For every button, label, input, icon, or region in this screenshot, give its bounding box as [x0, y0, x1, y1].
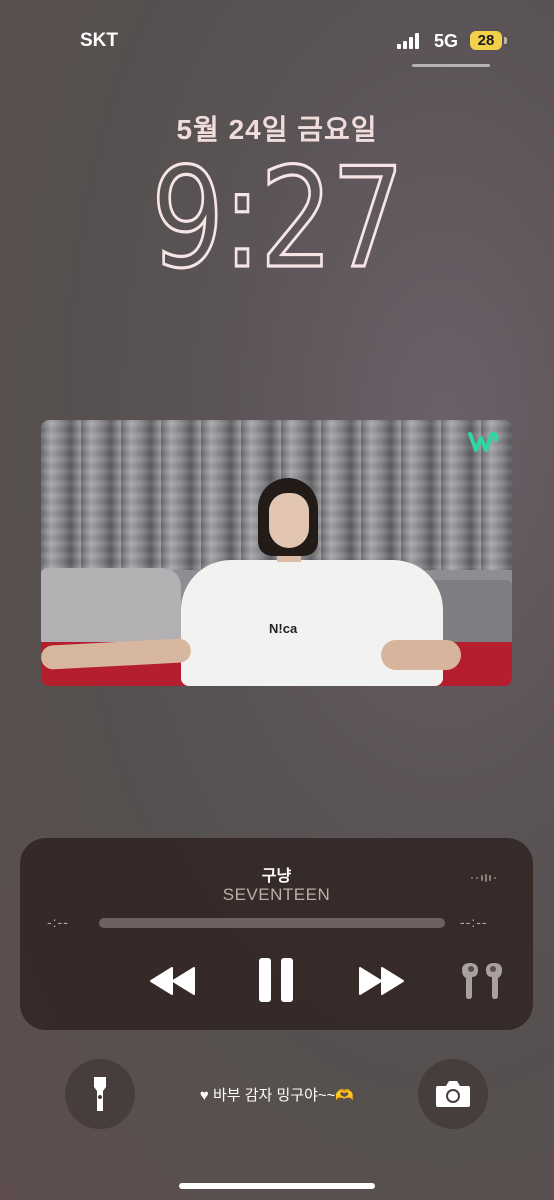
camera-button[interactable] — [418, 1059, 488, 1129]
song-artist: SEVENTEEN — [222, 885, 331, 904]
cellular-signal-icon — [397, 33, 425, 49]
airpods-output-button[interactable] — [456, 960, 508, 1002]
flashlight-button[interactable] — [65, 1059, 135, 1129]
battery-level: 28 — [470, 31, 502, 50]
carrier-name: SKT — [80, 30, 118, 51]
rewind-icon — [150, 967, 195, 995]
svg-text:9:27: 9:27 — [151, 158, 403, 278]
battery-cap — [504, 37, 507, 44]
fast-forward-button[interactable] — [356, 962, 406, 1000]
pause-button[interactable] — [255, 956, 297, 1004]
video-widget[interactable]: N!ca — [41, 420, 512, 686]
shirt-print: N!ca — [269, 621, 298, 636]
person-arm-right — [381, 640, 461, 670]
remaining-time: --:-- — [460, 914, 488, 930]
rewind-button[interactable] — [148, 962, 198, 1000]
playback-scrubber[interactable] — [99, 918, 445, 928]
airpods-pro-icon — [462, 963, 502, 999]
person-face — [269, 493, 309, 548]
weverse-logo-icon — [468, 432, 499, 452]
audio-output-wave-icon — [471, 874, 496, 882]
flashlight-icon — [94, 1077, 106, 1111]
home-indicator[interactable] — [179, 1183, 375, 1189]
lock-date: 5월 24일 금요일 — [176, 114, 378, 145]
camera-icon — [436, 1081, 470, 1107]
network-type: 5G — [434, 31, 459, 51]
control-center-indicator[interactable] — [412, 64, 490, 67]
lock-screen-message: ♥ 바부 감자 밍구야~~🫶 — [199, 1087, 355, 1104]
lock-time: 9:27 — [149, 158, 406, 278]
elapsed-time: -:-- — [47, 914, 69, 930]
song-title: 구냥 — [261, 868, 292, 885]
pause-icon — [259, 958, 293, 1002]
fast-forward-icon — [359, 967, 404, 995]
